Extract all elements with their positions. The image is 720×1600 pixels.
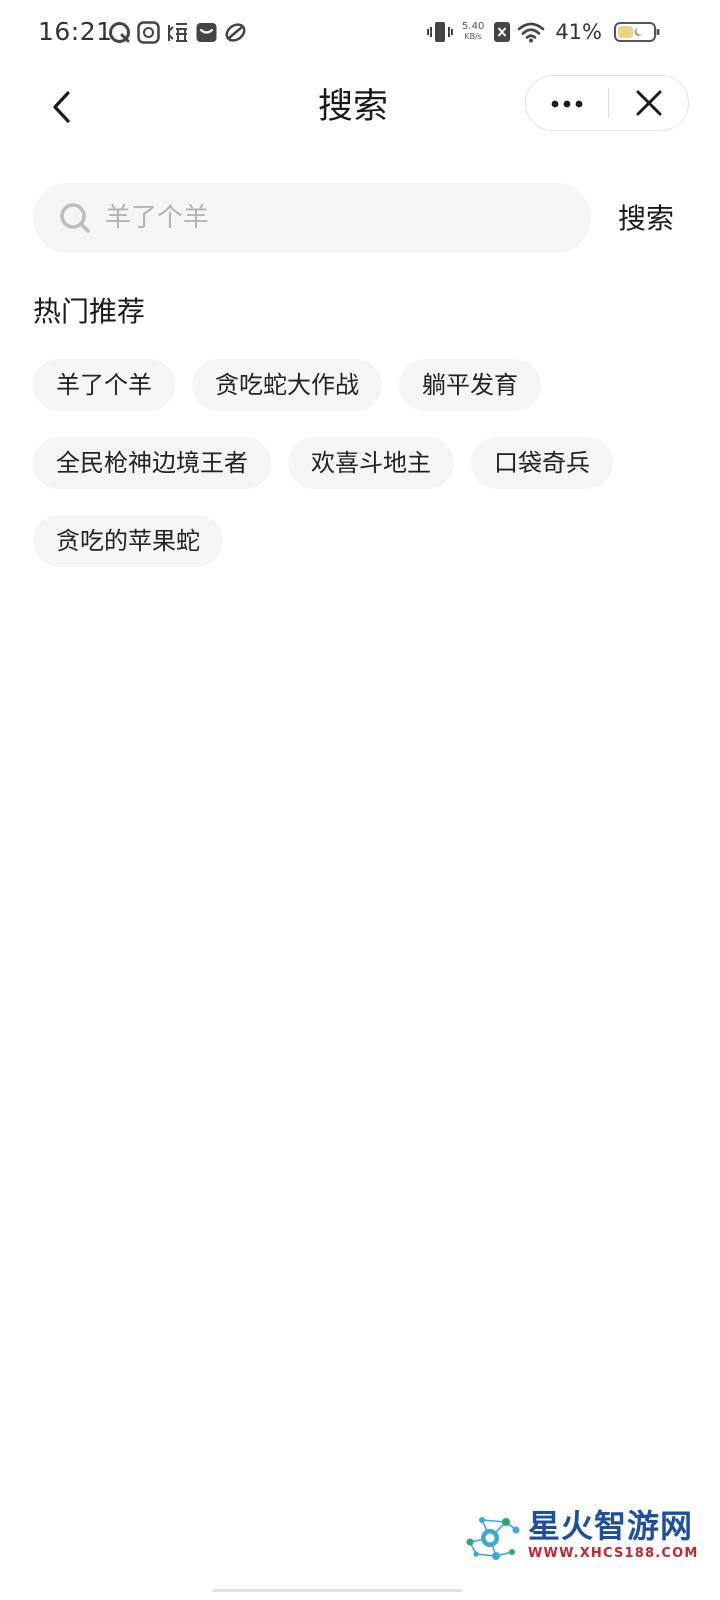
network-speed-value: 5.40: [462, 21, 485, 32]
search-submit-button[interactable]: 搜索: [606, 193, 686, 245]
home-indicator[interactable]: [212, 1589, 462, 1592]
hot-tag[interactable]: 羊了个羊: [33, 359, 175, 411]
network-speed-unit: KB/s: [464, 32, 482, 41]
more-dots-icon: [551, 100, 583, 108]
status-bar: 16:21 5.40 KB/s 41%: [0, 0, 720, 64]
hot-tags: 羊了个羊 贪吃蛇大作战 躺平发育 全民枪神边境王者 欢喜斗地主 口袋奇兵 贪吃的…: [33, 359, 693, 567]
qq-icon: [108, 21, 131, 44]
battery-icon: [614, 21, 660, 43]
mini-program-capsule: [525, 75, 689, 131]
bao-icon: [166, 21, 189, 44]
hot-tag[interactable]: 欢喜斗地主: [288, 437, 454, 489]
hot-tag[interactable]: 贪吃的苹果蛇: [33, 515, 223, 567]
hot-tag[interactable]: 全民枪神边境王者: [33, 437, 271, 489]
watermark-url: WWW.XHCS188.COM: [528, 1546, 699, 1561]
no-sim-icon: [493, 21, 511, 43]
network-speed: 5.40 KB/s: [462, 22, 484, 42]
wifi-icon: [517, 21, 545, 43]
system-icons: 5.40 KB/s 41%: [427, 18, 660, 46]
search-box[interactable]: [33, 183, 591, 253]
search-icon: [59, 202, 91, 234]
vibrate-icon: [427, 20, 454, 44]
app-du-icon: [137, 20, 160, 44]
search-input[interactable]: [105, 183, 575, 253]
more-button[interactable]: [526, 76, 608, 130]
notification-icons: [108, 19, 247, 45]
hot-tag[interactable]: 口袋奇兵: [471, 437, 613, 489]
mail-icon: [195, 21, 218, 44]
nav-bar: 搜索: [0, 70, 720, 142]
hot-tag[interactable]: 躺平发育: [399, 359, 541, 411]
hot-tag[interactable]: 贪吃蛇大作战: [192, 359, 382, 411]
app-swirl-icon: [224, 21, 247, 44]
hot-section-title: 热门推荐: [33, 295, 146, 328]
close-button[interactable]: [609, 76, 689, 130]
network-logo-icon: [462, 1508, 524, 1566]
status-time: 16:21: [38, 17, 113, 46]
battery-percent: 41%: [555, 20, 602, 44]
watermark: 星火智游网 WWW.XHCS188.COM: [462, 1506, 712, 1568]
watermark-name: 星火智游网: [528, 1507, 694, 1545]
close-icon: [636, 90, 662, 116]
